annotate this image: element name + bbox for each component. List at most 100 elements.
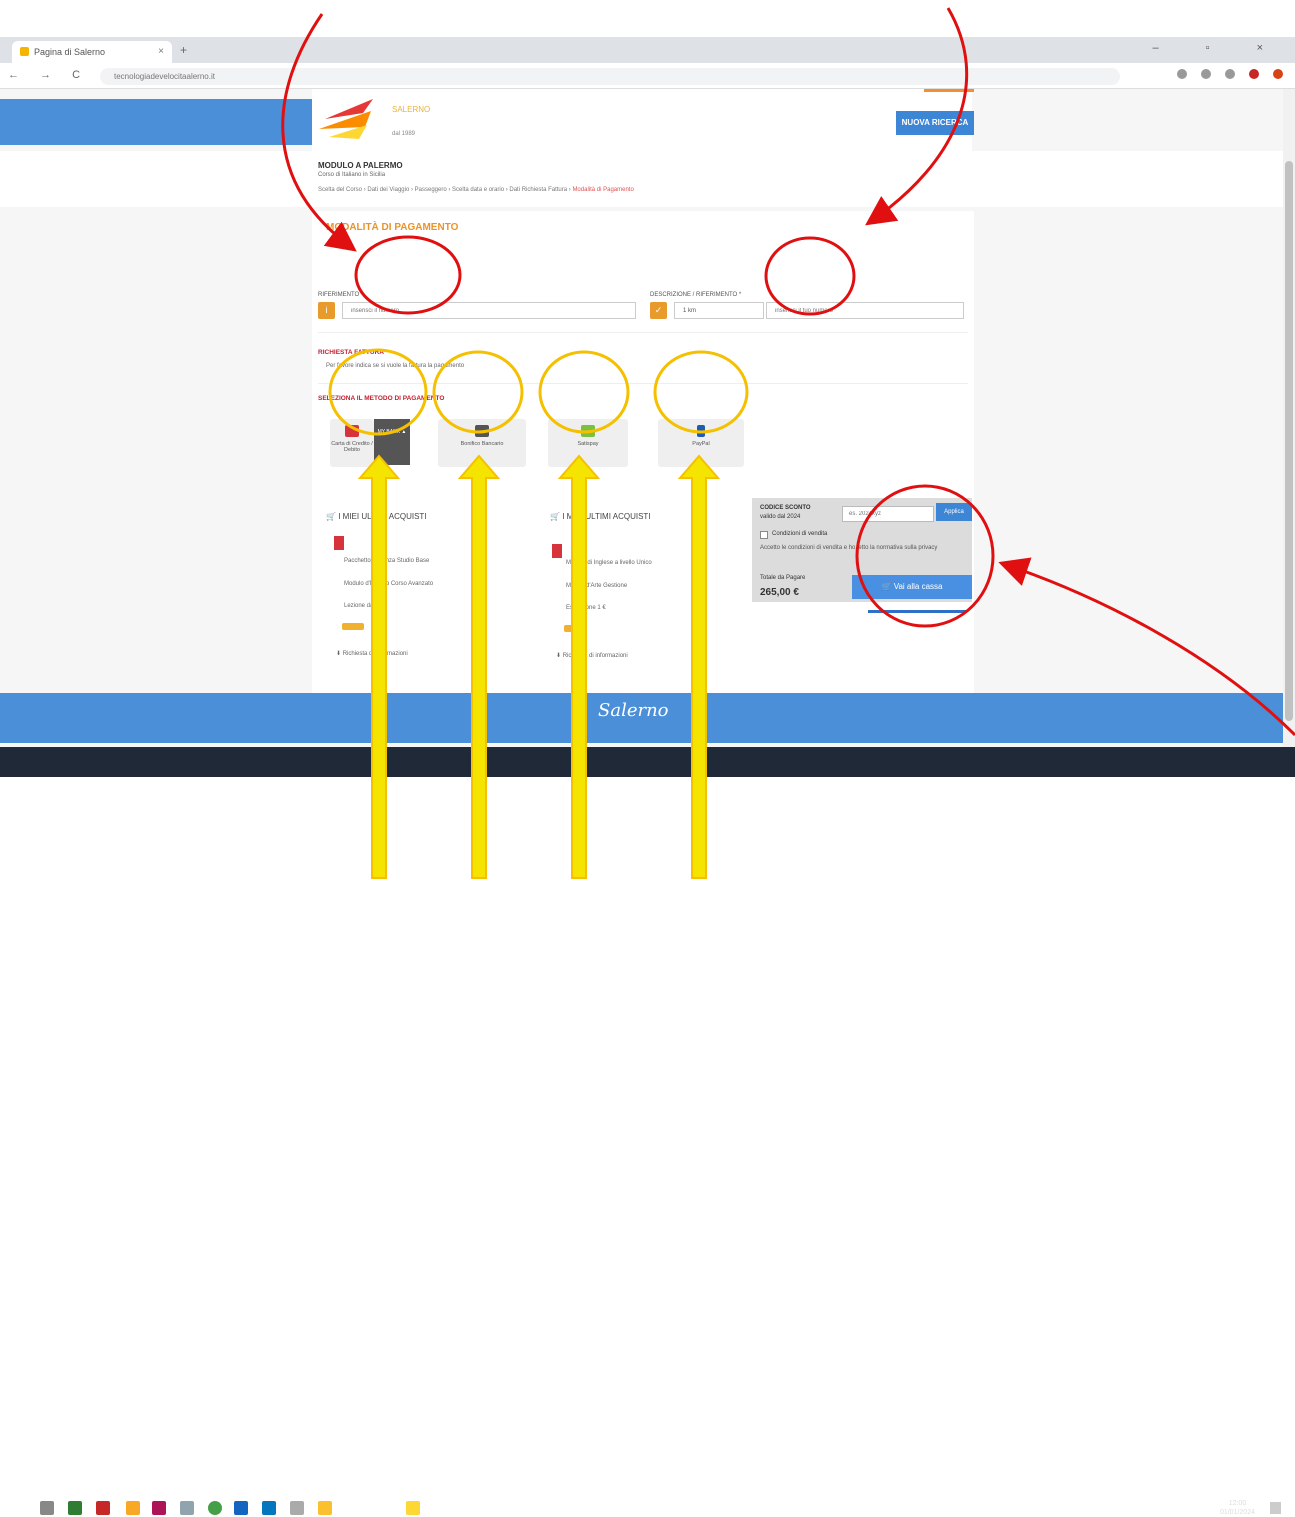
crumb[interactable]: Dati Richiesta Fattura [509, 187, 567, 193]
profile-icon[interactable] [1273, 69, 1283, 79]
system-clock[interactable]: 12:00 01/01/2024 [1220, 1499, 1255, 1517]
order-badge [552, 544, 562, 558]
tab-close-icon[interactable]: × [158, 46, 164, 57]
word-icon[interactable] [234, 1501, 248, 1515]
payment-heading: MODALITÀ DI PAGAMENTO [326, 222, 459, 233]
page-subtitle: Corso di Italiano in Sicilia [318, 172, 386, 178]
header-band [0, 99, 312, 145]
order-tag [564, 625, 586, 632]
crumb-separator: › [448, 187, 451, 193]
method-label: Carta di Credito / Debito [331, 441, 373, 453]
site-header [312, 89, 972, 151]
terms-checkbox[interactable] [760, 531, 768, 539]
cart-icon: 🛒 [326, 512, 336, 521]
invoice-heading: RICHIESTA FATTURA [318, 349, 384, 356]
order-line: Mostra d'Arte Gestione [566, 583, 628, 589]
download-icon: ⬇ [336, 651, 342, 657]
crumb-separator: › [505, 187, 508, 193]
page-header [0, 151, 1283, 207]
crumb[interactable]: Dati dei Viaggio [367, 187, 409, 193]
apply-discount-button[interactable]: Applica [936, 503, 972, 521]
distance-value[interactable]: 1 km [674, 302, 764, 319]
info-icon: i [318, 302, 335, 319]
method-label: Satispay [577, 441, 599, 447]
method-label: Bonifico Bancario [460, 441, 504, 447]
check-icon: ✓ [650, 302, 667, 319]
crumb[interactable]: Scelta data e orario [452, 187, 504, 193]
zoom-icon[interactable] [1201, 69, 1211, 79]
paypal-icon [697, 425, 705, 437]
order-link[interactable]: ⬇ Richiesta di informazioni [556, 652, 628, 659]
mybank-label: MY BANK ▲ [377, 429, 407, 435]
discount-input[interactable] [842, 506, 934, 522]
calendar-icon[interactable] [96, 1501, 110, 1515]
order-tag [342, 623, 364, 630]
app-icon[interactable] [318, 1501, 332, 1515]
order-title: 🛒 I MIEI ULTIMI ACQUISTI [326, 512, 427, 521]
scroll-thumb[interactable] [1285, 161, 1293, 721]
cart-icon: 🛒 [550, 512, 560, 521]
field1-label: RIFERIMENTO * [318, 292, 364, 298]
scrollbar[interactable] [1283, 89, 1295, 747]
order-line: Pacchetto Vacanza Studio Base [344, 558, 430, 564]
order-line: Modulo d'Italiano Corso Avanzato [344, 581, 434, 587]
payment-card [312, 211, 974, 741]
key-icon[interactable] [1177, 69, 1187, 79]
checkout-button[interactable]: 🛒 Vai alla cassa [852, 575, 972, 599]
breadcrumb: Scelta del Corso › Dati dei Viaggio › Pa… [318, 187, 634, 193]
page-title: MODULO A PALERMO [318, 161, 403, 170]
new-tab-button[interactable]: + [180, 43, 187, 57]
crumb-separator: › [568, 187, 571, 193]
divider [318, 383, 968, 384]
payment-method-satispay[interactable]: Satispay [548, 419, 628, 467]
app-icon[interactable] [290, 1501, 304, 1515]
payment-method-bank[interactable]: Bonifico Bancario [438, 419, 526, 467]
methods-heading: SELEZIONA IL METODO DI PAGAMENTO [318, 395, 445, 402]
crumb[interactable]: Passeggero [415, 187, 447, 193]
excel-icon[interactable] [68, 1501, 82, 1515]
crumb[interactable]: Scelta del Corso [318, 187, 362, 193]
browser-window: Pagina di Salerno × + – ▫ × ← → C ⌂ tecn… [0, 37, 1295, 747]
discount-label: CODICE SCONTO [760, 505, 811, 511]
outlook-icon[interactable] [262, 1501, 276, 1515]
total-label: Totale da Pagare [760, 575, 806, 581]
star-icon[interactable] [1225, 69, 1235, 79]
order-link[interactable]: ⬇ Richiesta di informazioni [336, 650, 408, 657]
search-icon[interactable] [40, 1501, 54, 1515]
checkout-underline [868, 610, 966, 613]
order-badge [334, 536, 344, 550]
window-controls[interactable]: – ▫ × [1152, 42, 1285, 54]
payment-method-paypal[interactable]: PayPal [658, 419, 744, 467]
start-icon[interactable] [10, 1501, 24, 1515]
download-icon: ⬇ [556, 653, 562, 659]
tab-bar: Pagina di Salerno × + – ▫ × [0, 37, 1295, 63]
total-value: 265,00 € [760, 587, 799, 598]
crumb-separator: › [410, 187, 413, 193]
invoice-text: Per favore indica se si vuole la fattura… [326, 363, 465, 369]
new-search-button[interactable]: NUOVA RICERCA [896, 111, 974, 135]
notification-icon[interactable] [1270, 1502, 1281, 1514]
method-label: PayPal [692, 441, 710, 447]
mybank-option[interactable]: MY BANK ▲ [374, 419, 410, 465]
app-icon[interactable] [152, 1501, 166, 1515]
divider [318, 332, 968, 333]
reference-input[interactable] [342, 302, 636, 319]
brand-tagline: dal 1989 [392, 131, 416, 137]
description-input[interactable] [766, 302, 964, 319]
credit-card-icon [345, 425, 359, 437]
explorer-icon[interactable] [406, 1501, 420, 1515]
site-logo[interactable] [315, 99, 375, 145]
browser-tab[interactable]: Pagina di Salerno × [12, 41, 172, 63]
brand-name: SALERNO [392, 105, 431, 114]
crumb-separator: › [363, 187, 366, 193]
url-field[interactable]: tecnologiadevelocitaalerno.it [100, 68, 1120, 85]
footer-logo[interactable]: Salerno [598, 700, 669, 721]
payment-method-card[interactable]: Carta di Credito / Debito [330, 419, 374, 467]
terms-label: Condizioni di vendita [772, 531, 828, 537]
crumb-active: Modalità di Pagamento [572, 187, 634, 193]
chrome-icon[interactable] [208, 1501, 222, 1515]
extension-icon[interactable] [1249, 69, 1259, 79]
folder-icon[interactable] [126, 1501, 140, 1515]
app-icon[interactable] [180, 1501, 194, 1515]
order-line: Modulo di Inglese a livello Unico [566, 560, 652, 566]
